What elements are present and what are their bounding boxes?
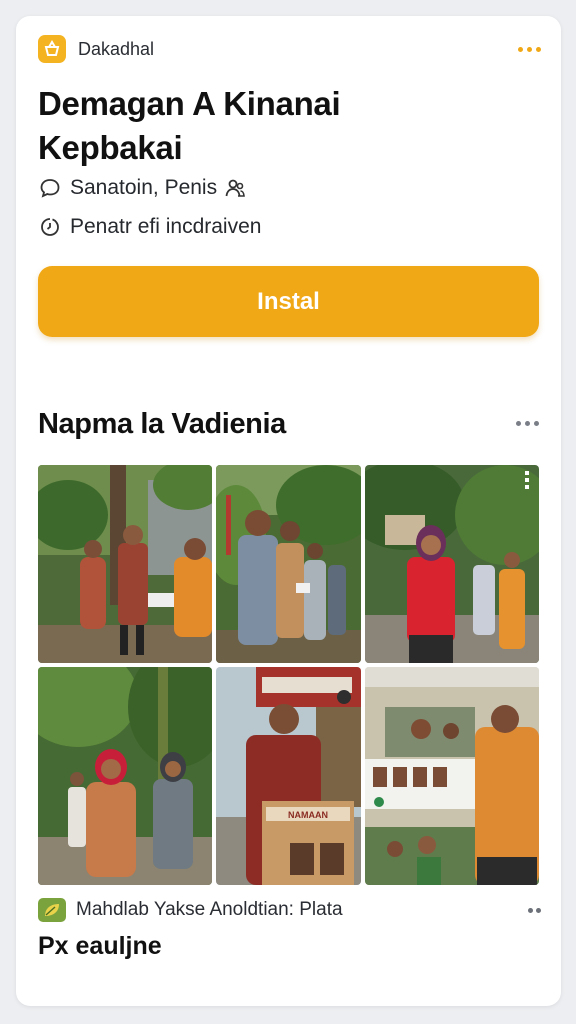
gallery-photo-5[interactable]: NAMAAN — [216, 667, 361, 885]
photo-image — [38, 465, 212, 663]
photo-image — [365, 465, 539, 663]
app-name: Dakadhal — [78, 38, 155, 59]
chevron-more-icon[interactable] — [528, 907, 541, 913]
more-horizontal-icon[interactable] — [512, 41, 541, 58]
people-icon — [223, 176, 247, 200]
gallery-title: Napma la Vadienia — [38, 408, 286, 440]
footer-label: Mahdlab Yakse Anoldtian: Plata — [76, 899, 343, 920]
leaf-icon — [38, 898, 66, 922]
listing-title-line-1: Demagan A Kinanai — [38, 85, 341, 122]
listing-title: Demagan A Kinanai Kepbakai — [38, 82, 518, 170]
meta-row-publisher: Sanatoin, Penis — [38, 176, 247, 200]
chat-bubble-icon — [38, 176, 62, 200]
meta-publisher-text: Sanatoin, Penis — [70, 176, 218, 199]
more-horizontal-icon[interactable] — [516, 421, 539, 426]
meta-row-info: Penatr efi incdraiven — [38, 215, 261, 239]
clock-icon — [38, 215, 62, 239]
gallery-photo-3[interactable] — [365, 465, 539, 663]
app-card: Dakadhal Demagan A Kinanai Kepbakai Sana… — [16, 16, 561, 1006]
photo-image — [365, 667, 539, 885]
photo-image: NAMAAN — [216, 667, 361, 885]
install-button[interactable]: Instal — [38, 266, 539, 337]
photo-image — [216, 465, 361, 663]
card-header: Dakadhal — [38, 34, 541, 64]
gallery-photo-1[interactable] — [38, 465, 212, 663]
gallery-photo-4[interactable] — [38, 667, 212, 885]
gallery-photo-6[interactable] — [365, 667, 539, 885]
meta-info-text: Penatr efi incdraiven — [70, 215, 262, 238]
footer-caption: Px eauljne — [38, 932, 162, 960]
grain-basket-icon — [38, 35, 66, 63]
footer-row: Mahdlab Yakse Anoldtian: Plata — [38, 896, 541, 924]
photo-image — [38, 667, 212, 885]
box-label: NAMAAN — [288, 810, 328, 820]
gallery-photo-2[interactable] — [216, 465, 361, 663]
listing-title-line-2: Kepbakai — [38, 129, 183, 166]
